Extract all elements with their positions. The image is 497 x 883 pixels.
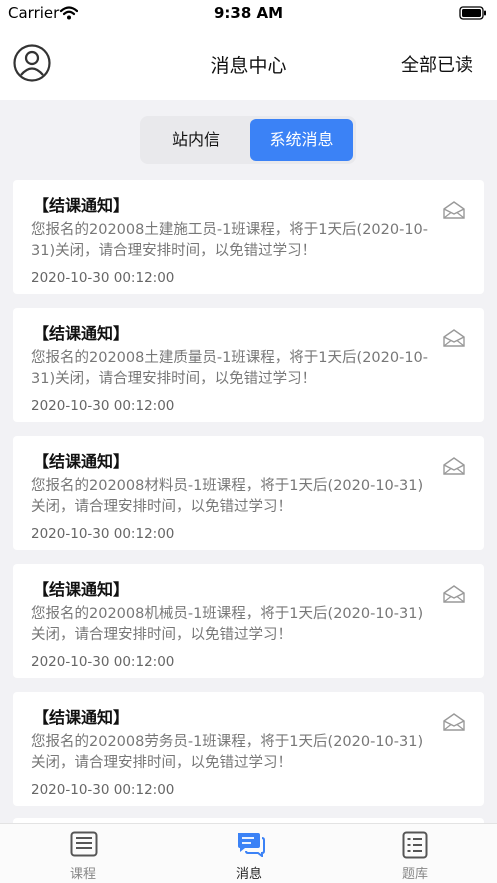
message-title: 【结课通知】: [33, 452, 130, 471]
message-time: 2020-10-30 00:12:00: [31, 398, 175, 414]
message-body: 您报名的202008土建施工员-1班课程，将于1天后(2020-10-31)关闭…: [31, 222, 429, 259]
tab-system-messages[interactable]: 系统消息: [250, 119, 353, 161]
question-bank-icon: [402, 831, 428, 863]
envelope-icon: [442, 200, 466, 224]
message-type-segment: 站内信 系统消息: [140, 116, 356, 164]
message-time: 2020-10-30 00:12:00: [31, 782, 175, 798]
tab-message[interactable]: 消息: [166, 824, 332, 883]
message-card[interactable]: 【结课通知】 您报名的202008土建施工员-1班课程，将于1天后(2020-1…: [13, 180, 484, 294]
message-title: 【结课通知】: [33, 324, 130, 343]
battery-icon: [459, 5, 487, 24]
message-title: 【结课通知】: [33, 708, 130, 727]
mark-all-read-button[interactable]: 全部已读: [401, 51, 473, 77]
message-body: 您报名的202008机械员-1班课程，将于1天后(2020-10-31)关闭，请…: [31, 606, 424, 643]
message-body: 您报名的202008土建质量员-1班课程，将于1天后(2020-10-31)关闭…: [31, 350, 429, 387]
status-bar: Carrier 9:38 AM: [0, 0, 497, 26]
tab-course[interactable]: 课程: [0, 824, 166, 883]
message-card[interactable]: 【结课通知】 您报名的202008劳务员-1班课程，将于1天后(2020-10-…: [13, 692, 484, 806]
tab-inbox[interactable]: 站内信: [144, 119, 248, 161]
envelope-icon: [442, 328, 466, 352]
message-time: 2020-10-30 00:12:00: [31, 526, 175, 542]
message-title: 【结课通知】: [33, 580, 130, 599]
envelope-icon: [442, 456, 466, 480]
nav-bar: 消息中心 全部已读: [0, 26, 497, 100]
message-title: 【结课通知】: [33, 196, 130, 215]
tab-question-bank-label: 题库: [401, 867, 428, 882]
message-card[interactable]: 【结课通知】 您报名的202008材料员-1班课程，将于1天后(2020-10-…: [13, 436, 484, 550]
message-body: 您报名的202008材料员-1班课程，将于1天后(2020-10-31)关闭，请…: [31, 478, 424, 515]
message-list: 【结课通知】 您报名的202008土建施工员-1班课程，将于1天后(2020-1…: [13, 180, 484, 820]
bottom-tab-bar: 课程 消息 题库: [0, 823, 497, 883]
message-card[interactable]: 【结课通知】 您报名的202008土建质量员-1班课程，将于1天后(2020-1…: [13, 308, 484, 422]
course-icon: [70, 831, 98, 861]
message-body: 您报名的202008劳务员-1班课程，将于1天后(2020-10-31)关闭，请…: [31, 734, 424, 771]
message-time: 2020-10-30 00:12:00: [31, 654, 175, 670]
envelope-icon: [442, 584, 466, 608]
tab-course-label: 课程: [69, 867, 96, 882]
tab-message-label: 消息: [235, 867, 262, 882]
tab-question-bank[interactable]: 题库: [332, 824, 497, 883]
message-time: 2020-10-30 00:12:00: [31, 270, 175, 286]
message-card[interactable]: 【结课通知】 您报名的202008机械员-1班课程，将于1天后(2020-10-…: [13, 564, 484, 678]
status-time: 9:38 AM: [213, 4, 284, 22]
message-icon: [236, 831, 266, 861]
envelope-icon: [442, 712, 466, 736]
